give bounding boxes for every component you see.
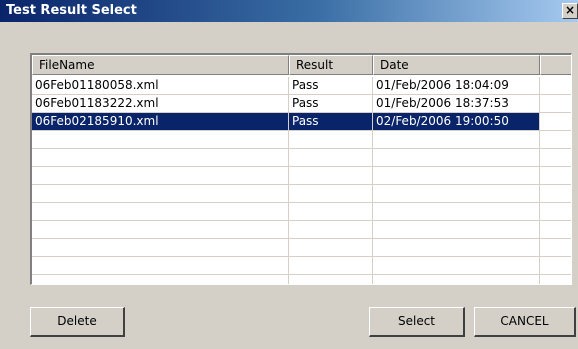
column-header-result[interactable]: Result bbox=[289, 55, 373, 75]
delete-button[interactable]: Delete bbox=[30, 307, 125, 337]
cell-result: Pass bbox=[289, 113, 373, 130]
cell-filename: 06Feb02185910.xml bbox=[32, 113, 289, 130]
table-row[interactable]: 06Feb01183222.xml Pass 01/Feb/2006 18:37:5… bbox=[32, 95, 571, 113]
cell-date: 01/Feb/2006 18:37:53 bbox=[373, 95, 540, 112]
cell-result bbox=[289, 167, 373, 184]
empty-row bbox=[32, 257, 571, 275]
cell-filler bbox=[540, 257, 571, 274]
cell-date bbox=[373, 239, 540, 256]
cell-result bbox=[289, 239, 373, 256]
cell-filename: 06Feb01180058.xml bbox=[32, 77, 289, 94]
cell-filename bbox=[32, 239, 289, 256]
cell-date bbox=[373, 185, 540, 202]
cell-filler bbox=[540, 113, 571, 130]
cell-filename bbox=[32, 167, 289, 184]
cell-date: 02/Feb/2006 19:00:50 bbox=[373, 113, 540, 130]
cell-date bbox=[373, 257, 540, 274]
cell-result: Pass bbox=[289, 77, 373, 94]
empty-row bbox=[32, 167, 571, 185]
cell-filename: 06Feb01183222.xml bbox=[32, 95, 289, 112]
title-bar[interactable]: Test Result Select × bbox=[0, 0, 578, 22]
empty-row bbox=[32, 275, 571, 284]
cell-filename bbox=[32, 257, 289, 274]
cell-filler bbox=[540, 221, 571, 238]
cell-filename bbox=[32, 131, 289, 148]
cell-result: Pass bbox=[289, 95, 373, 112]
cell-filler bbox=[540, 95, 571, 112]
cell-date bbox=[373, 131, 540, 148]
cell-result bbox=[289, 221, 373, 238]
empty-row bbox=[32, 185, 571, 203]
cell-filler bbox=[540, 131, 571, 148]
list-header: FileName Result Date bbox=[32, 55, 571, 75]
cell-filler bbox=[540, 203, 571, 220]
test-results-list[interactable]: FileName Result Date 06Feb01180058.xml Pa… bbox=[30, 53, 572, 285]
column-header-filler bbox=[540, 55, 571, 75]
table-row[interactable]: 06Feb01180058.xml Pass 01/Feb/2006 18:04:0… bbox=[32, 77, 571, 95]
test-result-select-dialog: Test Result Select × FileName Result Dat… bbox=[0, 0, 578, 349]
cell-date: 01/Feb/2006 18:04:09 bbox=[373, 77, 540, 94]
cell-date bbox=[373, 203, 540, 220]
cell-filename bbox=[32, 185, 289, 202]
cell-filename bbox=[32, 149, 289, 166]
empty-row bbox=[32, 149, 571, 167]
cell-date bbox=[373, 167, 540, 184]
cell-result bbox=[289, 275, 373, 284]
select-button[interactable]: Select bbox=[369, 307, 465, 337]
empty-row bbox=[32, 203, 571, 221]
cell-filler bbox=[540, 275, 571, 284]
column-header-filename[interactable]: FileName bbox=[32, 55, 289, 75]
cell-filler bbox=[540, 185, 571, 202]
cell-result bbox=[289, 131, 373, 148]
dialog-title: Test Result Select bbox=[6, 3, 137, 18]
cell-date bbox=[373, 149, 540, 166]
cell-result bbox=[289, 185, 373, 202]
empty-row bbox=[32, 131, 571, 149]
cell-filler bbox=[540, 77, 571, 94]
cell-filename bbox=[32, 275, 289, 284]
cell-result bbox=[289, 257, 373, 274]
empty-row bbox=[32, 239, 571, 257]
cell-filename bbox=[32, 221, 289, 238]
cell-date bbox=[373, 275, 540, 284]
cell-result bbox=[289, 149, 373, 166]
cell-filler bbox=[540, 167, 571, 184]
cancel-button[interactable]: CANCEL bbox=[474, 307, 576, 337]
empty-row bbox=[32, 221, 571, 239]
cell-date bbox=[373, 221, 540, 238]
column-header-date[interactable]: Date bbox=[373, 55, 540, 75]
cell-filename bbox=[32, 203, 289, 220]
table-row[interactable]: 06Feb02185910.xml Pass 02/Feb/2006 19:00:5… bbox=[32, 113, 571, 131]
cell-filler bbox=[540, 149, 571, 166]
cell-result bbox=[289, 203, 373, 220]
close-icon[interactable]: × bbox=[562, 3, 578, 19]
cell-filler bbox=[540, 239, 571, 256]
